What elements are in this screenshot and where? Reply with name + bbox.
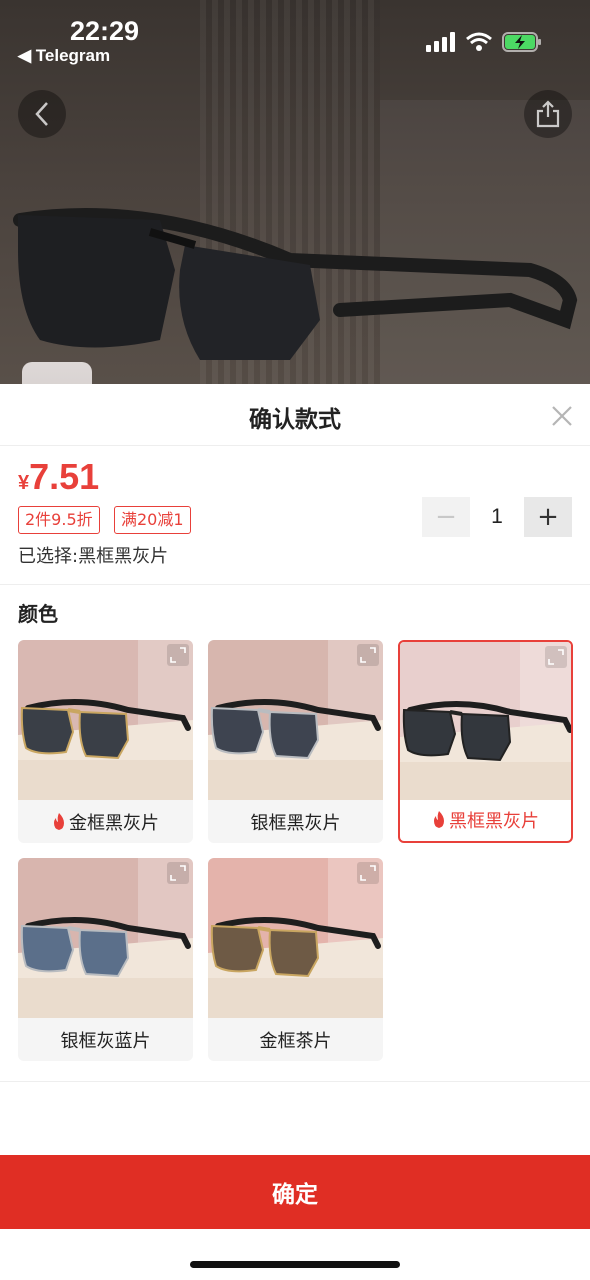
confirm-button[interactable]: 确定 [0, 1155, 590, 1229]
selected-variant: 已选择:黑框黑灰片 [18, 542, 168, 568]
color-option-card[interactable]: 金框茶片 [208, 858, 383, 1061]
sheet-title: 确认款式 [249, 407, 341, 433]
flame-icon [434, 811, 444, 828]
style-confirm-sheet: 确认款式 ¥7.51 2件9.5折 满20减1 已选择:黑框黑灰片 − 1 + … [0, 384, 590, 1280]
expand-icon[interactable] [357, 644, 379, 666]
signal-icon [426, 32, 455, 52]
color-option-card[interactable]: 黑框黑灰片 [398, 640, 573, 843]
flame-icon [54, 813, 64, 830]
back-button[interactable] [18, 90, 66, 138]
product-thumbnail [400, 642, 571, 800]
color-option-card[interactable]: 银框黑灰片 [208, 640, 383, 843]
product-thumbnail [208, 640, 383, 800]
status-bar: 22:29 ◀ Telegram [0, 0, 590, 80]
color-option-label-row: 银框灰蓝片 [18, 1018, 193, 1061]
selected-value: 黑框黑灰片 [78, 546, 169, 567]
product-thumbnail [18, 858, 193, 1018]
chevron-left-icon [35, 102, 48, 126]
expand-icon[interactable] [357, 862, 379, 884]
share-icon [536, 100, 560, 128]
home-indicator [190, 1261, 400, 1268]
color-section-label: 颜色 [18, 602, 58, 626]
color-option-label: 银框灰蓝片 [60, 1030, 151, 1052]
promo-tag: 满20减1 [114, 506, 191, 534]
promo-tag: 2件9.5折 [18, 506, 100, 534]
back-to-app-link[interactable]: ◀ Telegram [18, 46, 110, 66]
color-option-card[interactable]: 金框黑灰片 [18, 640, 193, 843]
color-option-label-row: 银框黑灰片 [208, 800, 383, 843]
decrease-button[interactable]: − [422, 497, 470, 537]
quantity-value[interactable]: 1 [470, 505, 524, 529]
product-thumbnail [208, 858, 383, 1018]
status-time: 22:29 [70, 16, 140, 46]
selected-prefix: 已选择: [18, 546, 79, 567]
share-button[interactable] [524, 90, 572, 138]
color-option-label: 银框黑灰片 [250, 812, 341, 834]
expand-icon[interactable] [167, 862, 189, 884]
color-option-card[interactable]: 银框灰蓝片 [18, 858, 193, 1061]
color-option-label: 黑框黑灰片 [449, 810, 539, 832]
expand-icon[interactable] [167, 644, 189, 666]
close-icon[interactable] [548, 402, 576, 430]
color-option-label: 金框茶片 [259, 1030, 332, 1052]
increase-button[interactable]: + [524, 497, 572, 537]
expand-icon[interactable] [545, 646, 567, 668]
product-thumbnail [18, 640, 193, 800]
battery-charging-icon [502, 32, 541, 52]
wifi-icon [466, 32, 492, 51]
quantity-stepper: − 1 + [422, 497, 572, 537]
price: ¥7.51 [18, 456, 99, 498]
color-option-label-row: 金框茶片 [208, 1018, 383, 1061]
price-value: 7.51 [29, 456, 100, 497]
price-currency: ¥ [18, 472, 30, 494]
color-option-label: 金框黑灰片 [69, 812, 159, 834]
sunglasses-image [13, 208, 578, 360]
color-option-label-row: 黑框黑灰片 [400, 798, 571, 841]
color-option-label-row: 金框黑灰片 [18, 800, 193, 843]
